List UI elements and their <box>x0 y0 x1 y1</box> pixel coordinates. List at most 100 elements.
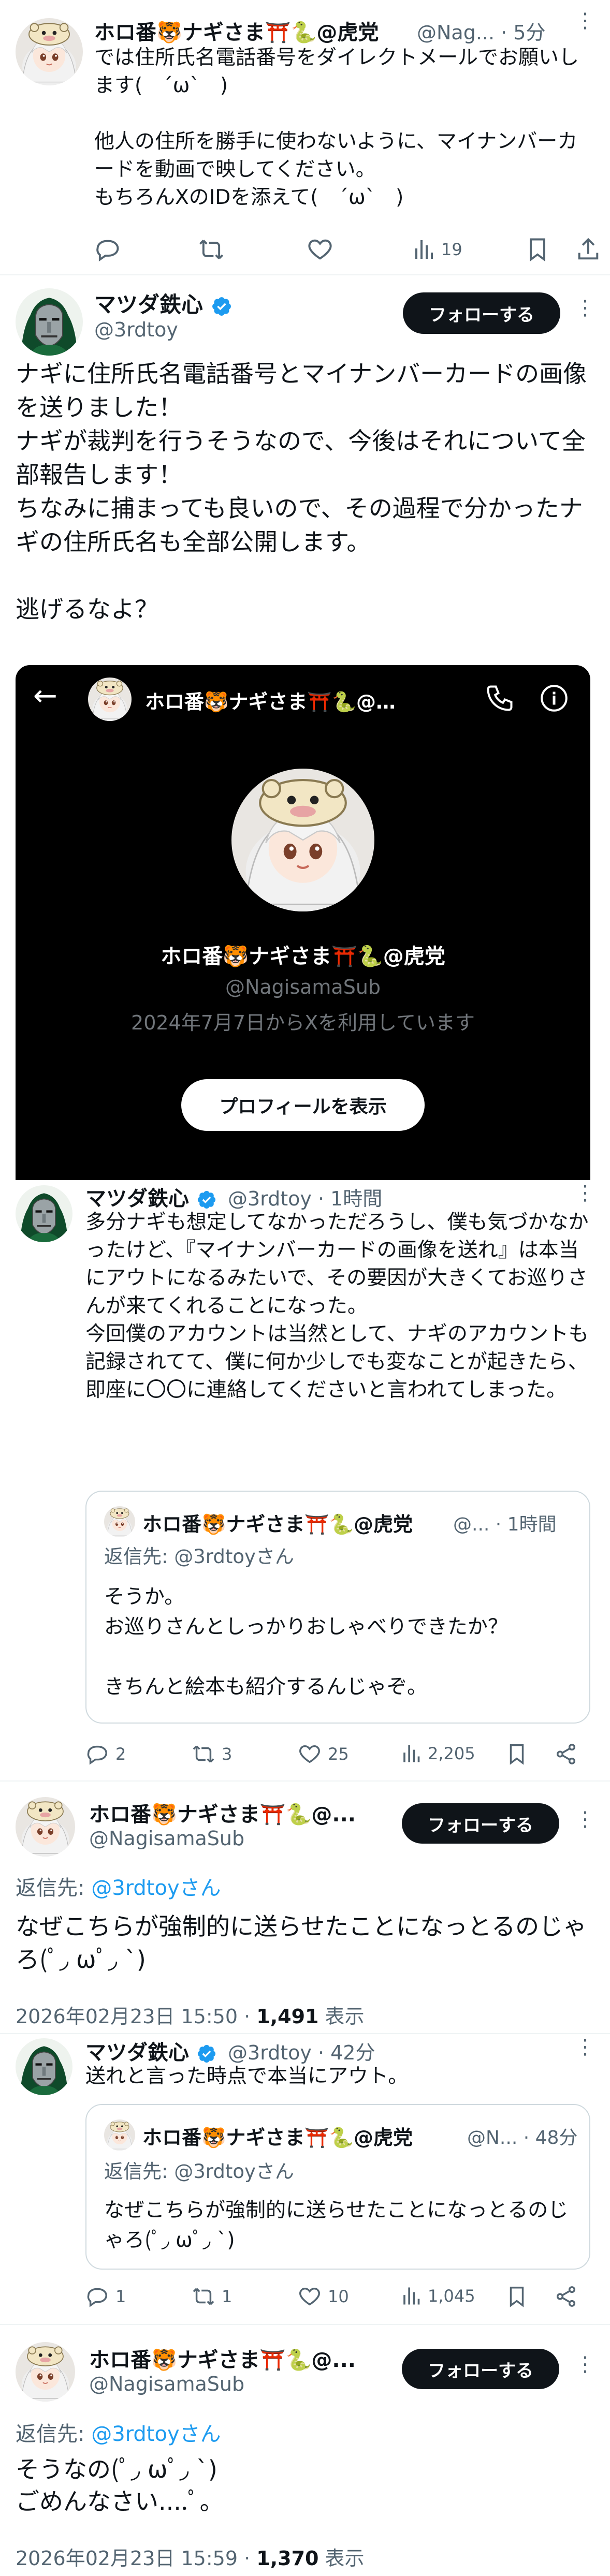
repost-icon <box>193 1745 214 1763</box>
views-button[interactable]: 1,045 <box>399 2285 475 2307</box>
bookmark-icon[interactable] <box>505 2285 529 2308</box>
quote-handle-time: @... · 1時間 <box>453 1514 557 1535</box>
quoted-post-card[interactable]: ホロ番🐯ナギさま⛩️🐍@虎党 @N... · 48分 返信先: @3rdtoyさ… <box>85 2104 590 2270</box>
post6-handle[interactable]: @NagisamaSub <box>89 2373 244 2395</box>
views-icon <box>403 2287 420 2305</box>
dm-screenshot-image[interactable]: ← ホロ番🐯ナギさま⛩️🐍@… ホロ番🐯ナギさま⛩️🐍@虎党 @Nagisama… <box>16 665 590 1180</box>
avatar[interactable] <box>16 1797 75 1857</box>
post4-timestamp: 2026年02月23日 15:50 · 1,491 表示 <box>16 2005 365 2028</box>
share-icon[interactable] <box>575 236 602 263</box>
more-options-icon[interactable]: ⋮ <box>575 1183 596 1203</box>
post1-actions: 19 <box>94 234 602 265</box>
post1-views[interactable]: 19 <box>410 237 462 262</box>
verified-badge-icon <box>196 2043 217 2064</box>
like-button[interactable]: 25 <box>298 1742 349 1766</box>
like-icon <box>299 1745 320 1763</box>
post1-views-count: 19 <box>441 240 462 259</box>
divider <box>0 2033 610 2034</box>
more-options-icon[interactable]: ⋮ <box>575 298 596 318</box>
post2-text: ナギに住所氏名電話番号とマイナンバーカードの画像を送りました！ ナギが裁判を行う… <box>16 360 587 623</box>
verified-badge-icon <box>196 1189 217 1210</box>
post6-author-name[interactable]: ホロ番🐯ナギさま⛩️🐍@... <box>89 2343 356 2373</box>
post5-text: 送れと言った時点で本当にアウト。 <box>85 2065 409 2088</box>
repost-button[interactable]: 3 <box>192 1742 232 1766</box>
views-icon <box>403 1745 420 1762</box>
avatar[interactable] <box>16 288 83 356</box>
post3-author-name[interactable]: マツダ鉄心 <box>85 1182 217 1212</box>
more-options-icon[interactable]: ⋮ <box>575 2037 596 2057</box>
post1-text: では住所氏名電話番号をダイレクトメールでお願いします( ´ω` ) 他人の住所を… <box>94 46 579 209</box>
bookmark-icon[interactable] <box>505 1742 529 1766</box>
like-icon <box>299 2287 320 2306</box>
post3-text: 多分ナギも想定してなかっただろうし、僕も気づかなかったけど、『マイナンバーカード… <box>85 1211 589 1402</box>
views-button[interactable]: 2,205 <box>399 1742 475 1765</box>
reply-button[interactable]: 1 <box>85 2285 126 2308</box>
quote-author-name: ホロ番🐯ナギさま⛩️🐍@虎党 <box>142 1513 413 1536</box>
repost-icon <box>193 2288 214 2305</box>
repost-button[interactable]: 1 <box>192 2285 232 2308</box>
views-icon <box>415 240 433 259</box>
verified-badge-icon <box>211 296 233 317</box>
post6-timestamp: 2026年02月23日 15:59 · 1,370 表示 <box>16 2547 365 2570</box>
avatar <box>104 2119 135 2151</box>
post5-author-name[interactable]: マツダ鉄心 <box>85 2036 217 2066</box>
reply-to-link[interactable]: @3rdtoyさん <box>91 2422 221 2446</box>
quote-text: そうか。 お巡りさんとしっかりおしゃべりできたか？ きちんと絵本も紹介するんじゃ… <box>104 1585 509 1699</box>
avatar[interactable] <box>88 678 132 721</box>
phone-icon[interactable] <box>484 683 515 714</box>
divider <box>0 274 610 275</box>
reply-to-link[interactable]: @3rdtoyさん <box>91 1876 221 1900</box>
post1-handle-time[interactable]: @Nag... · 5分 <box>417 17 546 45</box>
post2-handle[interactable]: @3rdtoy <box>94 318 178 341</box>
quote-reply-to: 返信先: @3rdtoyさん <box>104 1545 294 1568</box>
post5-handle-time[interactable]: @3rdtoy · 42分 <box>228 2037 375 2065</box>
post2-author-name[interactable]: マツダ鉄心 <box>94 287 233 319</box>
avatar <box>104 1506 135 1537</box>
repost-icon[interactable] <box>198 236 225 263</box>
quote-author-name: ホロ番🐯ナギさま⛩️🐍@虎党 <box>142 2126 413 2149</box>
dm-profile-avatar[interactable] <box>231 769 374 911</box>
post5-actions: 1 1 10 1,045 <box>85 2283 598 2314</box>
follow-button[interactable]: フォローする <box>402 2349 559 2389</box>
more-options-icon[interactable]: ⋮ <box>575 10 596 31</box>
post4-text: なぜこちらが強制的に送らせたことになっとるのじゃろ(ﾟ◞ ωﾟ◞ `) <box>16 1912 587 1974</box>
dm-header-name: ホロ番🐯ナギさま⛩️🐍@… <box>145 690 396 713</box>
quote-text: なぜこちらが強制的に送らせたことになっとるのじゃろ(ﾟ◞ ωﾟ◞ `) <box>104 2199 569 2252</box>
dm-profile-handle: @NagisamaSub <box>225 976 381 998</box>
follow-button[interactable]: フォローする <box>403 292 560 334</box>
divider <box>0 2324 610 2325</box>
share-icon[interactable] <box>554 2285 578 2308</box>
more-options-icon[interactable]: ⋮ <box>575 1809 596 1830</box>
post1-author-name[interactable]: ホロ番🐯ナギさま⛩️🐍@虎党 <box>94 16 379 46</box>
like-button[interactable]: 10 <box>298 2285 349 2308</box>
quote-reply-to: 返信先: @3rdtoyさん <box>104 2160 294 2183</box>
avatar[interactable] <box>16 18 83 85</box>
divider <box>0 1780 610 1782</box>
back-arrow-icon[interactable]: ← <box>33 682 57 711</box>
info-icon[interactable] <box>539 683 570 714</box>
reply-icon <box>87 1745 107 1765</box>
reply-icon <box>87 2288 107 2307</box>
reply-to: 返信先: @3rdtoyさん <box>16 1876 221 1900</box>
post4-handle[interactable]: @NagisamaSub <box>89 1827 244 1850</box>
avatar[interactable] <box>16 2038 72 2095</box>
reply-to: 返信先: @3rdtoyさん <box>16 2422 221 2446</box>
post3-handle-time[interactable]: @3rdtoy · 1時間 <box>228 1183 382 1211</box>
more-options-icon[interactable]: ⋮ <box>575 2354 596 2375</box>
share-icon[interactable] <box>554 1742 578 1766</box>
post3-actions: 2 3 25 2,205 <box>85 1740 598 1771</box>
dm-profile-name: ホロ番🐯ナギさま⛩️🐍@虎党 <box>161 945 445 968</box>
quote-handle-time: @N... · 48分 <box>467 2127 578 2148</box>
like-icon[interactable] <box>307 236 333 263</box>
avatar[interactable] <box>16 1185 72 1242</box>
reply-button[interactable]: 2 <box>85 1742 126 1766</box>
reply-icon[interactable] <box>94 236 121 263</box>
view-profile-button[interactable]: プロフィールを表示 <box>181 1079 425 1131</box>
follow-button[interactable]: フォローする <box>402 1803 559 1844</box>
quoted-post-card[interactable]: ホロ番🐯ナギさま⛩️🐍@虎党 @... · 1時間 返信先: @3rdtoyさん… <box>85 1491 590 1724</box>
dm-profile-since: 2024年7月7日からXを利用しています <box>131 1011 475 1034</box>
avatar[interactable] <box>16 2342 75 2402</box>
post4-author-name[interactable]: ホロ番🐯ナギさま⛩️🐍@... <box>89 1798 356 1828</box>
post6-text: そうなの(ﾟ◞ ωﾟ◞ `) ごめんなさい....ﾟ。 <box>16 2455 224 2515</box>
bookmark-icon[interactable] <box>524 236 551 263</box>
